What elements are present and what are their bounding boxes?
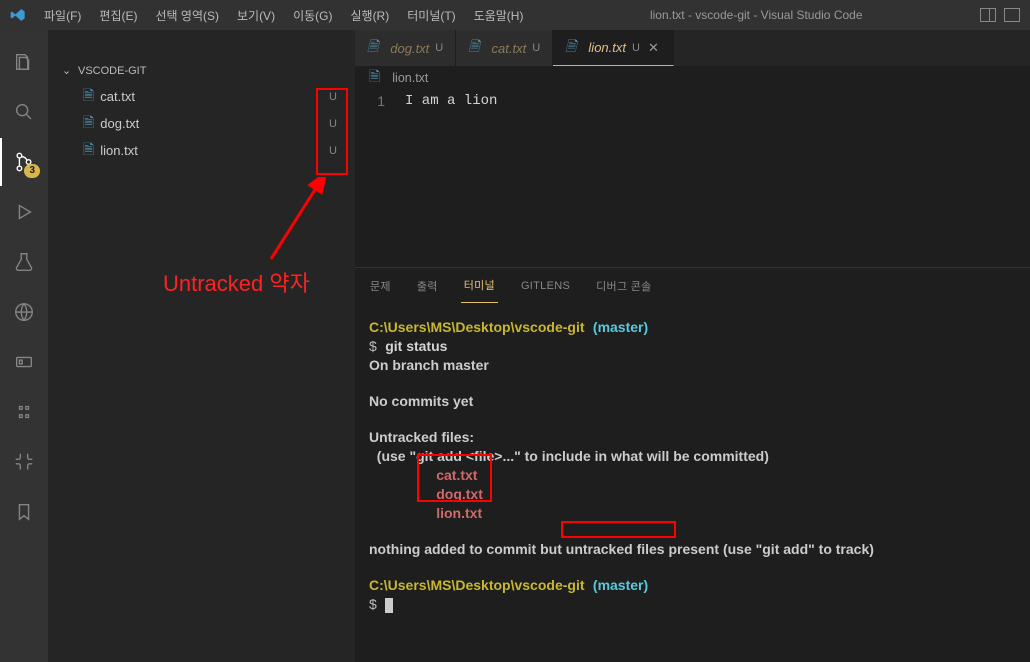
line-number: 1 [355, 92, 385, 111]
activity-debug[interactable] [0, 188, 48, 236]
menu-selection[interactable]: 선택 영역(S) [146, 1, 228, 30]
main-container: 3 ⌄ VSCODE-GIT 🗎 [0, 30, 1030, 662]
file-row[interactable]: 🗎 lion.txt U [48, 137, 355, 164]
sidebar-folder-name: VSCODE-GIT [78, 65, 146, 77]
file-status: U [329, 145, 337, 157]
file-row[interactable]: 🗎 cat.txt U [48, 83, 355, 110]
vscode-logo [0, 7, 35, 23]
activity-testing[interactable] [0, 238, 48, 286]
term-file: lion.txt [436, 505, 482, 521]
activity-extra2[interactable] [0, 388, 48, 436]
term-line: (use "git add <file>..." to include in w… [369, 448, 769, 464]
editor-tab-active[interactable]: 🗎 lion.txt U ✕ [553, 30, 674, 66]
terminal-content[interactable]: C:\Users\MS\Desktop\vscode-git (master) … [355, 303, 1030, 662]
editor-content[interactable]: 1 I am a lion [355, 90, 1030, 267]
panel-tab-problems[interactable]: 문제 [367, 269, 394, 303]
tab-close-icon[interactable]: ✕ [646, 40, 661, 56]
file-icon: 🗎 [565, 36, 576, 60]
activity-scm[interactable]: 3 [0, 138, 48, 186]
menu-view[interactable]: 보기(V) [228, 1, 284, 30]
editor-tab[interactable]: 🗎 dog.txt U [355, 30, 456, 66]
file-row[interactable]: 🗎 dog.txt U [48, 110, 355, 137]
menu-run[interactable]: 실행(R) [341, 1, 398, 30]
file-name: lion.txt [100, 143, 138, 158]
file-name: cat.txt [100, 89, 135, 104]
layout-panel-icon[interactable] [1004, 8, 1020, 22]
window-title: lion.txt - vscode-git - Visual Studio Co… [532, 8, 980, 22]
menu-go[interactable]: 이동(G) [284, 1, 341, 30]
editor-area: 🗎 dog.txt U 🗎 cat.txt U 🗎 lion.txt U ✕ 🗎… [355, 30, 1030, 662]
menu-terminal[interactable]: 터미널(T) [398, 1, 464, 30]
file-icon: 🗎 [83, 112, 94, 136]
breadcrumb-file: lion.txt [392, 71, 428, 85]
file-name: dog.txt [100, 116, 139, 131]
term-branch: (master) [593, 577, 648, 593]
scm-badge: 3 [24, 164, 40, 178]
menu-edit[interactable]: 편집(E) [90, 1, 146, 30]
file-list: 🗎 cat.txt U 🗎 dog.txt U 🗎 lion.txt U [48, 83, 355, 662]
term-line: No commits yet [369, 393, 473, 409]
term-prompt: $ [369, 596, 377, 612]
titlebar-layout-controls [980, 8, 1030, 22]
term-dir: C:\Users\MS\Desktop\vscode-git [369, 577, 585, 593]
panel-tabs: 문제 출력 터미널 GITLENS 디버그 콘솔 [355, 268, 1030, 303]
panel-tab-output[interactable]: 출력 [414, 269, 441, 303]
terminal-cursor [385, 598, 393, 613]
panel-tab-debug[interactable]: 디버그 콘솔 [593, 269, 654, 303]
activity-bookmark[interactable] [0, 488, 48, 536]
term-cmd: git status [385, 338, 447, 354]
tab-status: U [632, 42, 640, 54]
term-file: dog.txt [436, 486, 483, 502]
term-line: Untracked files: [369, 429, 474, 445]
tab-label: dog.txt [390, 41, 429, 56]
panel-tab-terminal[interactable]: 터미널 [461, 268, 498, 303]
sidebar: ⌄ VSCODE-GIT 🗎 cat.txt U 🗎 dog.txt U 🗎 l… [48, 30, 355, 662]
file-icon: 🗎 [468, 36, 479, 60]
editor-tab[interactable]: 🗎 cat.txt U [456, 30, 553, 66]
file-status: U [329, 118, 337, 130]
sidebar-folder-header[interactable]: ⌄ VSCODE-GIT [48, 54, 355, 83]
menubar: 파일(F) 편집(E) 선택 영역(S) 보기(V) 이동(G) 실행(R) 터… [35, 1, 532, 30]
menu-file[interactable]: 파일(F) [35, 1, 90, 30]
editor-tabs: 🗎 dog.txt U 🗎 cat.txt U 🗎 lion.txt U ✕ [355, 30, 1030, 66]
layout-split-icon[interactable] [980, 8, 996, 22]
file-icon: 🗎 [369, 66, 380, 90]
activity-explorer[interactable] [0, 38, 48, 86]
term-line: nothing added to commit but [369, 541, 566, 557]
breadcrumb[interactable]: 🗎 lion.txt [355, 66, 1030, 90]
bottom-panel: 문제 출력 터미널 GITLENS 디버그 콘솔 C:\Users\MS\Des… [355, 267, 1030, 662]
file-status: U [329, 91, 337, 103]
gutter: 1 [355, 92, 405, 267]
panel-tab-gitlens[interactable]: GITLENS [518, 271, 573, 301]
tab-status: U [435, 42, 443, 54]
titlebar: 파일(F) 편집(E) 선택 영역(S) 보기(V) 이동(G) 실행(R) 터… [0, 0, 1030, 30]
activity-extra1[interactable] [0, 338, 48, 386]
activity-extra3[interactable] [0, 438, 48, 486]
menu-help[interactable]: 도움말(H) [465, 1, 533, 30]
term-line: On branch master [369, 357, 489, 373]
tab-label: cat.txt [492, 41, 527, 56]
term-prompt: $ [369, 338, 377, 354]
tab-status: U [532, 42, 540, 54]
chevron-down-icon: ⌄ [62, 64, 74, 77]
term-dir: C:\Users\MS\Desktop\vscode-git [369, 319, 585, 335]
term-branch: (master) [593, 319, 648, 335]
activity-server[interactable] [0, 288, 48, 336]
activitybar: 3 [0, 30, 48, 662]
file-icon: 🗎 [367, 36, 378, 60]
term-file: cat.txt [436, 467, 477, 483]
file-icon: 🗎 [83, 139, 94, 163]
file-icon: 🗎 [83, 85, 94, 109]
activity-search[interactable] [0, 88, 48, 136]
code-line: I am a lion [405, 92, 497, 267]
tab-label: lion.txt [588, 40, 626, 55]
term-line-highlight: untracked files [566, 541, 665, 557]
term-line: present (use "git add" to track) [665, 541, 874, 557]
